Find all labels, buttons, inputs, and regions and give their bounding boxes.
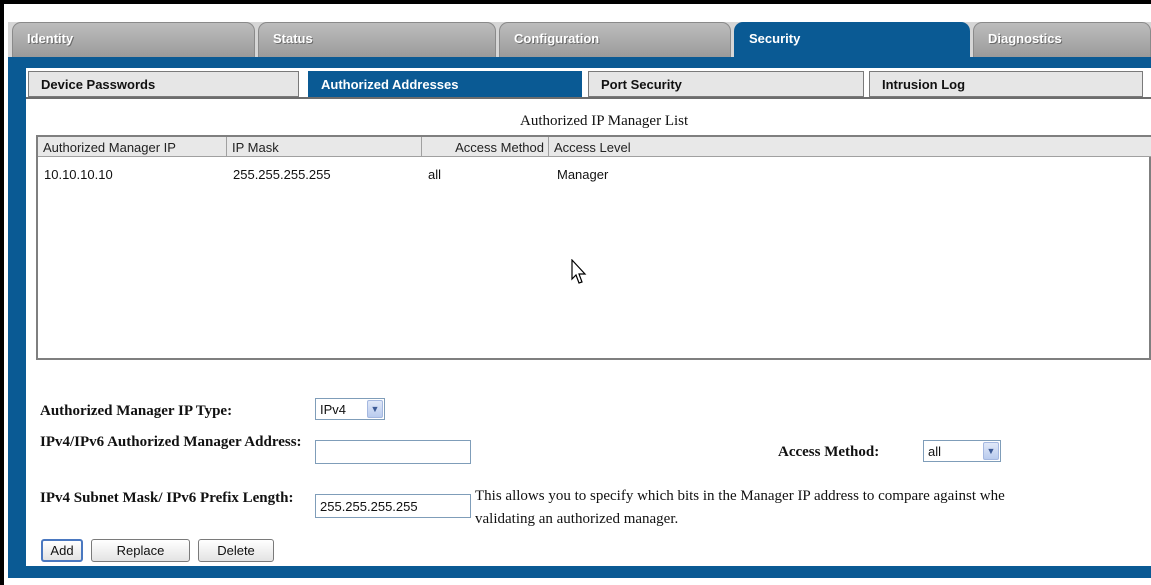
ip-type-select[interactable]: IPv4 ▼	[315, 398, 385, 420]
subtab-device-passwords[interactable]: Device Passwords	[28, 71, 299, 97]
list-title: Authorized IP Manager List	[520, 113, 689, 129]
subtab-intrusion-log[interactable]: Intrusion Log	[869, 71, 1143, 97]
mask-label: IPv4 Subnet Mask/ IPv6 Prefix Length:	[40, 490, 294, 506]
mask-input[interactable]	[315, 494, 471, 518]
bottom-band	[8, 566, 1151, 578]
chevron-down-icon[interactable]: ▼	[983, 442, 999, 460]
column-header-ip-mask[interactable]: IP Mask	[227, 137, 422, 157]
tab-diagnostics[interactable]: Diagnostics	[973, 22, 1151, 57]
manager-list-table[interactable]: Authorized Manager IP IP Mask Access Met…	[36, 135, 1151, 360]
cell-access-method: all	[428, 167, 442, 182]
access-method-select[interactable]: all ▼	[923, 440, 1001, 462]
mask-help-line1: This allows you to specify which bits in…	[475, 488, 1005, 504]
tab-identity[interactable]: Identity	[12, 22, 255, 57]
tab-security[interactable]: Security	[734, 22, 970, 57]
replace-button[interactable]: Replace	[91, 539, 190, 562]
tab-status[interactable]: Status	[258, 22, 496, 57]
subtab-divider	[26, 97, 1151, 99]
column-header-access-level[interactable]: Access Level	[549, 137, 1151, 157]
address-label: IPv4/IPv6 Authorized Manager Address:	[40, 434, 302, 450]
add-button[interactable]: Add	[41, 539, 83, 562]
delete-button[interactable]: Delete	[198, 539, 274, 562]
column-header-manager-ip[interactable]: Authorized Manager IP	[38, 137, 227, 157]
column-header-access-method[interactable]: Access Method	[422, 137, 549, 157]
mouse-cursor-icon	[571, 259, 587, 284]
cell-ip-mask: 255.255.255.255	[233, 167, 331, 182]
address-input[interactable]	[315, 440, 471, 464]
top-tab-strip: Identity Status Configuration Security D…	[8, 22, 1151, 57]
access-method-label: Access Method:	[778, 444, 880, 460]
subtab-authorized-addresses[interactable]: Authorized Addresses	[308, 71, 582, 97]
cell-access-level: Manager	[557, 167, 609, 182]
access-method-value: all	[928, 444, 942, 459]
nav-band	[8, 57, 1151, 68]
chevron-down-icon[interactable]: ▼	[367, 400, 383, 418]
cell-manager-ip: 10.10.10.10	[44, 167, 113, 182]
ip-type-value: IPv4	[320, 402, 347, 417]
tab-configuration[interactable]: Configuration	[499, 22, 731, 57]
subtab-port-security[interactable]: Port Security	[588, 71, 864, 97]
ip-type-label: Authorized Manager IP Type:	[40, 403, 233, 419]
mask-help-line2: validating an authorized manager.	[475, 511, 679, 527]
